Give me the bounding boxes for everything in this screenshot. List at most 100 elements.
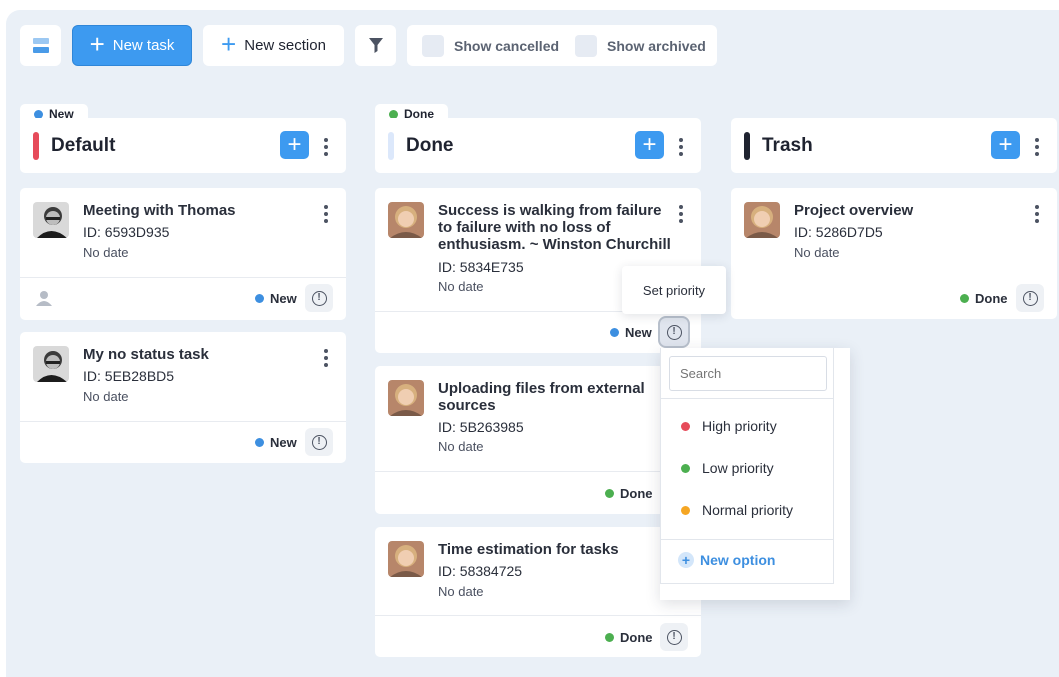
avatar: [388, 380, 424, 416]
set-priority-button[interactable]: !: [660, 318, 688, 346]
task-id: ID: 5834E735: [438, 259, 524, 275]
priority-option-low[interactable]: Low priority: [681, 460, 774, 476]
priority-dot: [681, 505, 690, 515]
priority-icon: !: [666, 324, 682, 340]
add-task-button[interactable]: +: [280, 131, 309, 159]
column-header-default: Default +: [20, 118, 346, 173]
task-id: ID: 58384725: [438, 563, 523, 579]
priority-option-high[interactable]: High priority: [681, 418, 777, 434]
plus-circle-icon: +: [678, 552, 694, 568]
set-priority-button[interactable]: !: [660, 623, 688, 651]
show-cancelled-label: Show cancelled: [454, 37, 560, 54]
assignee-icon[interactable]: [36, 290, 52, 306]
task-id: ID: 5EB28BD5: [83, 368, 175, 384]
column-menu-icon[interactable]: [1035, 138, 1039, 156]
show-archived-toggle[interactable]: Show archived: [575, 34, 706, 57]
task-card[interactable]: Meeting with Thomas ID: 6593D935 No date…: [20, 188, 346, 320]
column-menu-icon[interactable]: [324, 138, 328, 156]
task-id: ID: 5286D7D5: [794, 224, 883, 240]
column-menu-icon[interactable]: [679, 138, 683, 156]
task-id: ID: 5B263985: [438, 419, 524, 435]
task-date[interactable]: No date: [794, 245, 840, 260]
column-title: Default: [51, 134, 116, 156]
priority-icon: !: [1022, 290, 1038, 306]
avatar: [388, 541, 424, 577]
status-dot: [605, 489, 614, 498]
priority-option-normal[interactable]: Normal priority: [681, 502, 793, 518]
task-date[interactable]: No date: [438, 439, 484, 454]
plus-icon: +: [221, 29, 237, 59]
new-option-button[interactable]: + New option: [678, 552, 775, 568]
priority-icon: !: [311, 434, 327, 450]
new-section-label: New section: [244, 37, 326, 54]
column-color-stripe: [388, 131, 394, 160]
task-card[interactable]: Time estimation for tasks ID: 58384725 N…: [375, 527, 701, 657]
column-header-trash: Trash +: [731, 118, 1057, 173]
task-card[interactable]: Uploading files from external sources ID…: [375, 366, 701, 514]
show-cancelled-toggle[interactable]: Show cancelled: [422, 34, 560, 57]
plus-icon: +: [642, 131, 657, 158]
priority-dot: [681, 463, 690, 473]
task-card[interactable]: Project overview ID: 5286D7D5 No date Do…: [731, 188, 1057, 319]
status-dot: [255, 294, 264, 303]
set-priority-button[interactable]: !: [1016, 284, 1044, 312]
plus-icon: +: [287, 131, 302, 158]
column-color-stripe: [744, 131, 750, 160]
show-archived-checkbox[interactable]: [575, 34, 598, 57]
priority-icon: !: [311, 290, 327, 306]
task-title[interactable]: Time estimation for tasks: [438, 541, 619, 558]
filter-button[interactable]: [355, 25, 396, 66]
avatar: [744, 202, 780, 238]
status-badge[interactable]: Done: [605, 630, 653, 645]
show-cancelled-checkbox[interactable]: [422, 34, 444, 57]
avatar: [33, 202, 69, 238]
status-badge[interactable]: New: [255, 435, 297, 450]
task-menu-icon[interactable]: [679, 205, 683, 223]
task-menu-icon[interactable]: [1035, 205, 1039, 223]
task-menu-icon[interactable]: [324, 349, 328, 367]
card-divider: [20, 277, 346, 278]
status-badge[interactable]: New: [610, 325, 652, 340]
task-date[interactable]: No date: [83, 389, 129, 404]
task-title[interactable]: Uploading files from external sources: [438, 380, 673, 414]
task-title[interactable]: Project overview: [794, 202, 913, 219]
new-task-label: New task: [112, 37, 175, 54]
column-header-done: Done +: [375, 118, 701, 173]
new-section-button[interactable]: + New section: [203, 25, 344, 66]
set-priority-tooltip: Set priority: [622, 266, 726, 314]
task-title[interactable]: Meeting with Thomas: [83, 202, 236, 219]
column-title: Trash: [762, 134, 813, 156]
task-date[interactable]: No date: [438, 279, 484, 294]
filter-icon: [368, 38, 383, 53]
status-dot: [960, 294, 969, 303]
card-divider: [375, 615, 701, 616]
status-dot: [605, 633, 614, 642]
priority-search-input[interactable]: [669, 356, 827, 391]
layout-icon: [32, 38, 49, 53]
status-badge[interactable]: Done: [605, 486, 653, 501]
add-task-button[interactable]: +: [991, 131, 1020, 159]
add-task-button[interactable]: +: [635, 131, 664, 159]
status-dot: [255, 438, 264, 447]
set-priority-button[interactable]: !: [305, 284, 333, 312]
show-archived-label: Show archived: [607, 37, 706, 54]
new-task-button[interactable]: + New task: [72, 25, 192, 66]
priority-icon: !: [666, 629, 682, 645]
column-title: Done: [406, 134, 454, 156]
status-badge[interactable]: New: [255, 291, 297, 306]
visibility-toggles: Show cancelled Show archived: [407, 25, 717, 66]
collapse-sections-button[interactable]: [20, 25, 61, 66]
task-date[interactable]: No date: [83, 245, 129, 260]
status-badge[interactable]: Done: [960, 291, 1008, 306]
dropdown-divider: [661, 539, 834, 540]
card-divider: [20, 421, 346, 422]
task-title[interactable]: My no status task: [83, 346, 209, 363]
dropdown-divider: [661, 398, 834, 399]
task-date[interactable]: No date: [438, 584, 484, 599]
task-title[interactable]: Success is walking from failure to failu…: [438, 202, 673, 253]
task-menu-icon[interactable]: [324, 205, 328, 223]
set-priority-button[interactable]: !: [305, 428, 333, 456]
status-dot: [610, 328, 619, 337]
task-card[interactable]: My no status task ID: 5EB28BD5 No date N…: [20, 332, 346, 463]
column-color-stripe: [33, 131, 39, 160]
